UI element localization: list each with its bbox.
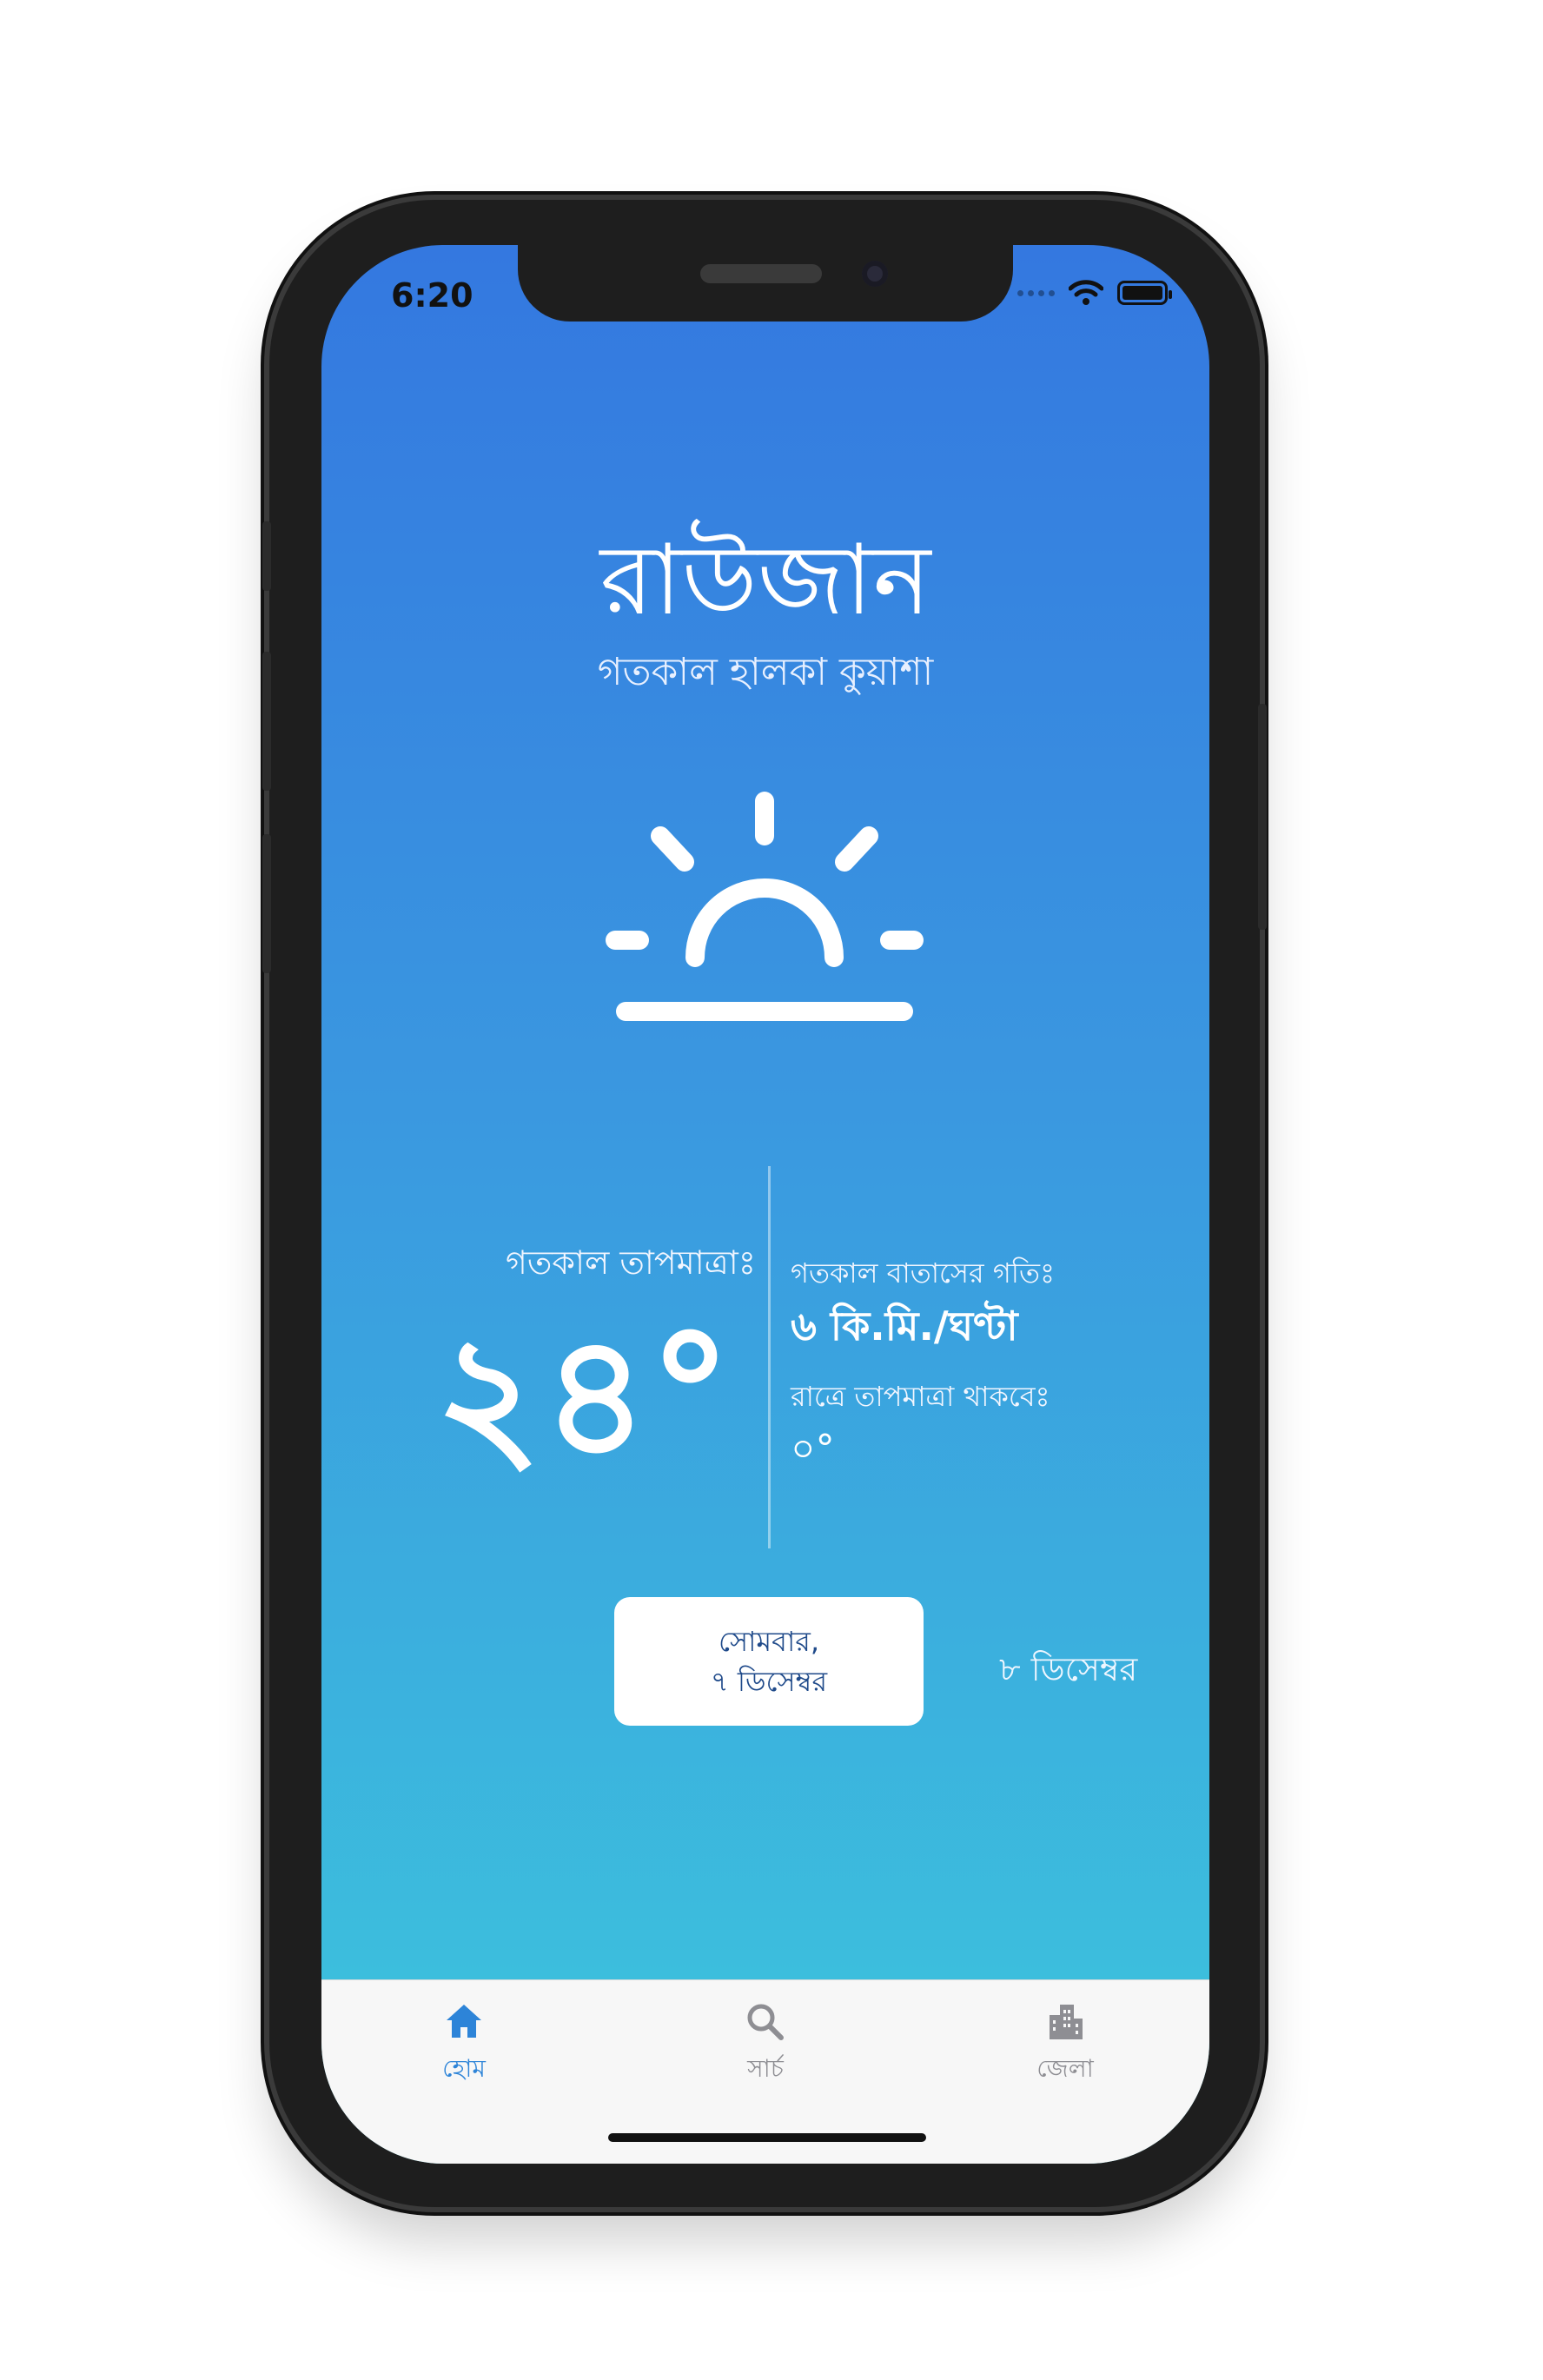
sunrise-icon bbox=[606, 792, 924, 1021]
home-indicator[interactable] bbox=[608, 2133, 926, 2142]
home-icon bbox=[447, 2005, 481, 2038]
wifi-icon bbox=[1069, 280, 1103, 305]
date-selected-day: সোমবার, bbox=[718, 1625, 820, 1658]
signal-icon bbox=[1017, 289, 1055, 296]
date-selected-date: ৭ ডিসেম্বর bbox=[710, 1665, 828, 1698]
status-indicators bbox=[1017, 280, 1172, 306]
stats-divider bbox=[768, 1166, 771, 1548]
front-camera bbox=[862, 261, 888, 287]
tab-district[interactable]: জেলা bbox=[978, 2001, 1152, 2091]
search-icon bbox=[747, 2004, 784, 2040]
tab-home[interactable]: হোম bbox=[377, 2001, 551, 2091]
yesterday-temp-value: ২৪° bbox=[434, 1300, 732, 1492]
night-temp-label: রাত্রে তাপমাত্রা থাকবেঃ bbox=[791, 1380, 1050, 1413]
wind-speed-label: গতকাল বাতাসের গতিঃ bbox=[791, 1256, 1056, 1289]
tab-search[interactable]: সার্চ bbox=[679, 2001, 852, 2091]
phone-power-button bbox=[1258, 704, 1267, 930]
notch bbox=[518, 245, 1013, 322]
tab-bar: হোম সার্চ জেলা bbox=[321, 1979, 1209, 2164]
phone-mute-switch bbox=[262, 521, 271, 591]
battery-icon bbox=[1117, 281, 1172, 305]
tab-search-label: সার্চ bbox=[747, 2054, 784, 2083]
app-screen: 6:20 রাউজান গতকাল হালকা কুয়াশা গতকাল তা… bbox=[321, 245, 1209, 2164]
tab-district-label: জেলা bbox=[1036, 2054, 1094, 2083]
speaker-grille bbox=[700, 264, 822, 283]
yesterday-temp-label: গতকাল তাপমাত্রাঃ bbox=[505, 1243, 756, 1282]
phone-volume-up bbox=[262, 652, 271, 791]
wind-speed-value: ৬ কি.মি./ঘণ্টা bbox=[791, 1303, 1018, 1349]
phone-volume-down bbox=[262, 834, 271, 973]
city-icon bbox=[1050, 2005, 1083, 2039]
date-selected-button[interactable]: সোমবার, ৭ ডিসেম্বর bbox=[614, 1597, 924, 1726]
weather-condition: গতকাল হালকা কুয়াশা bbox=[597, 650, 934, 694]
status-time: 6:20 bbox=[391, 276, 473, 315]
date-next-button[interactable]: ৮ ডিসেম্বর bbox=[999, 1644, 1137, 1700]
tab-home-label: হোম bbox=[442, 2054, 486, 2083]
night-temp-value: ০° bbox=[791, 1427, 835, 1471]
